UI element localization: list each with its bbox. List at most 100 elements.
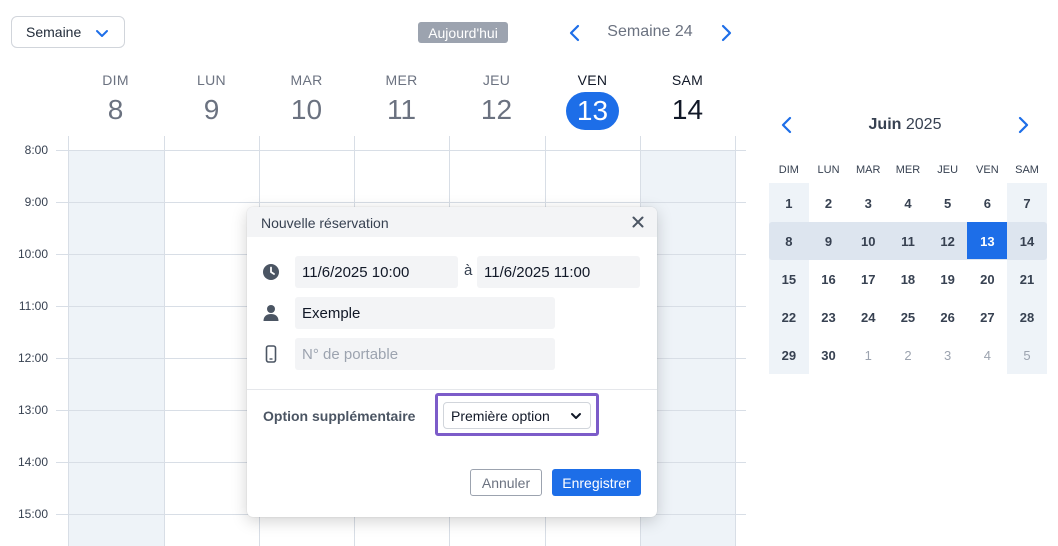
phone-field[interactable]: N° de portable [295,338,555,370]
mini-day-cell[interactable]: 30 [809,348,849,363]
mini-day-cell[interactable]: 25 [888,310,928,325]
mini-day-name: SAM [1015,164,1039,176]
mini-day-cell[interactable]: 5 [1007,348,1047,363]
day-name: DIM [102,72,129,88]
mini-day-cell[interactable]: 17 [848,272,888,287]
cancel-button[interactable]: Annuler [470,469,542,496]
mini-day-cell[interactable]: 2 [888,348,928,363]
view-select[interactable]: Semaine [11,16,125,48]
mini-day-cell[interactable]: 26 [928,310,968,325]
time-label: 14:00 [17,455,48,469]
chevron-down-icon [96,30,108,37]
mini-month: Juin [868,116,902,133]
mini-day-name: VEN [976,164,999,176]
mini-year: 2025 [905,116,942,133]
mini-day-cell[interactable]: 4 [888,196,928,211]
grid-line [68,136,69,546]
day-number: 14 [671,94,704,125]
chevron-down-icon [571,413,581,419]
mini-calendar-title: Juin 2025 [800,116,1010,134]
mini-day-name: MER [895,164,921,176]
mini-day-cell[interactable]: 11 [888,234,928,249]
option-select[interactable]: Première option [443,402,591,429]
user-icon [263,305,279,321]
mini-day-cell[interactable]: 18 [888,272,928,287]
day-header-ven[interactable]: VEN 13 [545,72,640,130]
mini-day-cell[interactable]: 16 [809,272,849,287]
mini-day-name: DIM [778,164,799,176]
start-datetime-field[interactable]: 11/6/2025 10:00 [295,256,458,288]
mobile-phone-icon [265,345,277,363]
mini-day-cell[interactable]: 22 [769,310,809,325]
mini-day-cell[interactable]: 4 [968,348,1008,363]
mini-day-cell[interactable]: 12 [928,234,968,249]
dialog-header: Nouvelle réservation [247,207,657,237]
time-label: 8:00 [24,143,48,157]
day-name: MER [385,72,418,88]
today-day-number: 13 [566,92,619,130]
mini-day-cell[interactable]: 1 [769,196,809,211]
option-label: Option supplémentaire [263,408,416,424]
option-select-value: Première option [451,407,550,424]
chevron-right-icon[interactable] [718,24,734,42]
day-header-sam[interactable]: SAM 14 [640,72,735,128]
mini-day-cell[interactable]: 14 [1007,234,1047,249]
range-separator: à [464,262,473,279]
mini-day-cell[interactable]: 2 [809,196,849,211]
mini-day-cell[interactable]: 3 [848,196,888,211]
mini-day-cell[interactable]: 24 [848,310,888,325]
mini-day-cell[interactable]: 7 [1007,196,1047,211]
grid-line [164,136,165,546]
mini-day-name: MAR [856,164,881,176]
day-header-jeu[interactable]: JEU 12 [449,72,544,128]
dialog-title: Nouvelle réservation [261,215,389,231]
grid-line [56,150,746,151]
day-header-mar[interactable]: MAR 10 [259,72,354,128]
mini-day-cell[interactable]: 9 [809,234,849,249]
mini-day-name: LUN [817,164,840,176]
mini-day-name: JEU [937,164,959,176]
mini-day-cell[interactable]: 21 [1007,272,1047,287]
mini-day-cell[interactable]: 27 [968,310,1008,325]
mini-day-cell[interactable]: 13 [968,234,1008,249]
mini-day-cell[interactable]: 20 [968,272,1008,287]
mini-day-cell[interactable]: 5 [928,196,968,211]
dialog-divider [247,389,657,390]
weekend-column-shade [69,150,164,546]
mini-next-month-icon[interactable] [1015,116,1031,134]
day-header-dim[interactable]: DIM 8 [68,72,163,128]
mini-day-cell[interactable]: 15 [769,272,809,287]
mini-prev-month-icon[interactable] [779,116,795,134]
mini-day-cell[interactable]: 6 [968,196,1008,211]
clock-icon [263,264,279,280]
day-name: SAM [671,72,704,88]
day-number: 8 [107,94,124,125]
today-button[interactable]: Aujourd'hui [418,22,508,43]
calendar-app: Semaine Aujourd'hui Semaine 24 DIM 8 LUN… [0,0,1058,546]
day-name: LUN [197,72,226,88]
time-label: 10:00 [17,247,48,261]
day-number: 11 [386,94,417,125]
save-button[interactable]: Enregistrer [552,469,641,496]
mini-day-cell[interactable]: 19 [928,272,968,287]
new-reservation-dialog: Nouvelle réservation 11/6/2025 10:00 à 1… [247,207,657,517]
mini-day-cell[interactable]: 28 [1007,310,1047,325]
day-name: MAR [290,72,323,88]
chevron-left-icon[interactable] [567,24,583,42]
mini-day-cell[interactable]: 3 [928,348,968,363]
day-header-mer[interactable]: MER 11 [354,72,449,128]
name-field[interactable]: Exemple [295,297,555,329]
day-header-lun[interactable]: LUN 9 [164,72,259,128]
week-label: Semaine 24 [607,23,693,40]
day-number: 9 [203,94,220,125]
mini-day-cell[interactable]: 10 [848,234,888,249]
mini-day-cell[interactable]: 29 [769,348,809,363]
mini-day-cell[interactable]: 23 [809,310,849,325]
mini-day-cell[interactable]: 8 [769,234,809,249]
close-icon[interactable] [631,215,645,229]
time-label: 15:00 [17,507,48,521]
end-datetime-field[interactable]: 11/6/2025 11:00 [477,256,640,288]
grid-line [56,202,746,203]
mini-day-cell[interactable]: 1 [848,348,888,363]
time-label: 11:00 [18,299,48,313]
